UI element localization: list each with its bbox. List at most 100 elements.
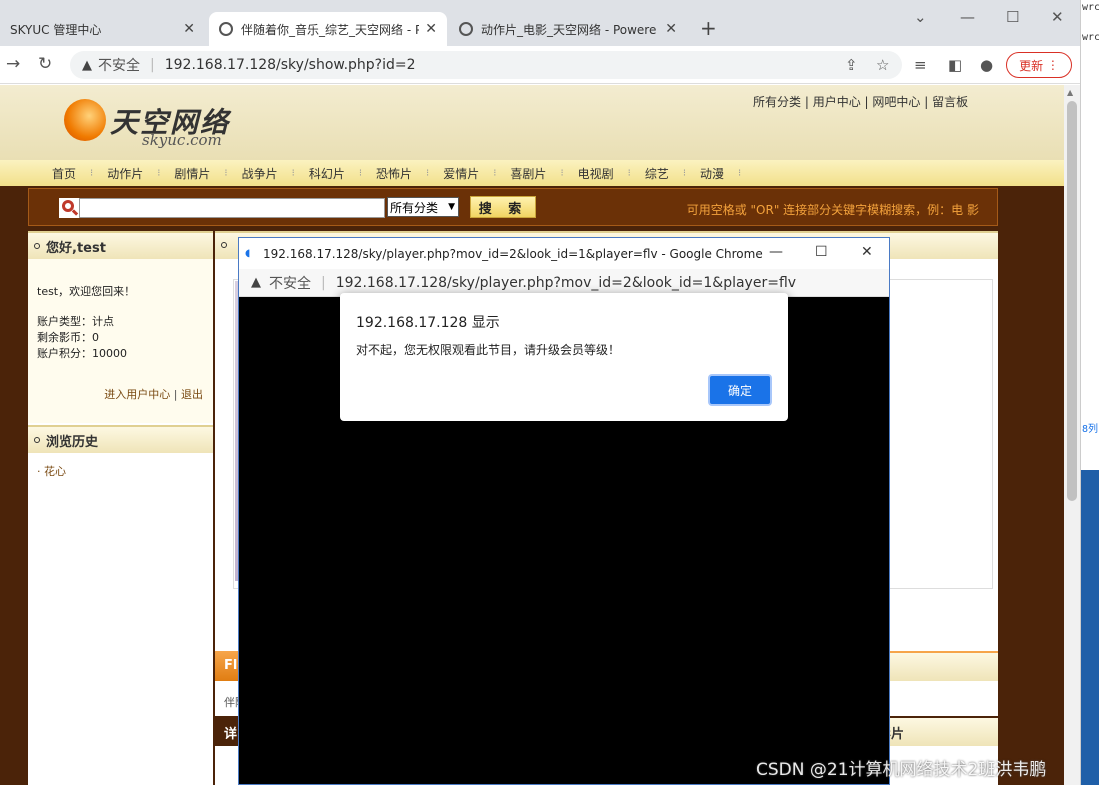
user-panel-header: 您好,test	[28, 231, 213, 259]
profile-icon[interactable]: ●	[980, 56, 993, 74]
history-panel-title: 浏览历史	[46, 434, 99, 450]
search-icon	[59, 198, 79, 218]
history-panel-header: 浏览历史	[28, 425, 213, 453]
user-links: 进入用户中心 | 退出	[104, 388, 203, 401]
menu-item[interactable]: 战争片	[242, 165, 278, 182]
menu-item[interactable]: 恐怖片	[376, 165, 412, 182]
bg-text: wrc	[1082, 32, 1099, 43]
url-text: 192.168.17.128/sky/show.php?id=2	[164, 57, 416, 73]
category-select-value: 所有分类	[390, 200, 439, 215]
minimize-icon[interactable]: —	[960, 8, 975, 26]
menu-separator: ⁝	[426, 167, 430, 179]
popup-url-text: 192.168.17.128/sky/player.php?mov_id=2&l…	[335, 274, 797, 291]
logo-sun-icon	[64, 99, 106, 141]
tab-music-variety[interactable]: 伴随着你_音乐_综艺_天空网络 - Pow ✕	[209, 12, 447, 46]
menu-item[interactable]: 爱情片	[443, 165, 479, 182]
history-item[interactable]: · 花心	[37, 463, 66, 479]
warning-icon: ▲	[251, 275, 261, 290]
tab-title: 动作片_电影_天空网络 - Powere	[481, 22, 657, 37]
sidepanel-icon[interactable]: ◧	[948, 56, 962, 74]
user-center-link[interactable]: 进入用户中心	[104, 388, 170, 401]
main-menu: 首页 ⁝ 动作片 ⁝ 剧情片 ⁝ 战争片 ⁝ 科幻片 ⁝ 恐怖片 ⁝ 爱情片 ⁝ 喜剧片 ⁝ 电…	[0, 160, 1064, 186]
history-panel-body: · 花心	[28, 453, 213, 785]
remaining-coins: 剩余影币：0	[37, 331, 99, 344]
close-tab-icon[interactable]: ✕	[183, 21, 195, 37]
close-tab-icon[interactable]: ✕	[665, 21, 677, 37]
insecure-label: 不安全	[269, 275, 311, 292]
watermark: CSDN @21计算机网络技术2班洪韦鹏	[756, 760, 1047, 780]
account-points: 账户积分：10000	[37, 347, 127, 360]
search-bar: 所有分类 ▼ 搜 索 可用空格或 "OR" 连接部分关键字模糊搜索，例：电 影	[28, 188, 998, 226]
new-tab-icon[interactable]: +	[700, 16, 717, 40]
background-window-strip: wrc wrc 8列	[1080, 0, 1099, 785]
divider: |	[150, 57, 155, 73]
menu-separator: ⁝	[291, 167, 295, 179]
menu-separator: ⁝	[627, 167, 631, 179]
menu-item[interactable]: 科幻片	[309, 165, 345, 182]
minimize-icon[interactable]: —	[769, 244, 783, 260]
link-guestbook[interactable]: 留言板	[932, 95, 968, 109]
media-icon[interactable]: ≡	[914, 56, 927, 74]
logo-domain: skyuc.com	[142, 131, 222, 149]
globe-icon	[219, 22, 233, 36]
bg-desktop	[1081, 470, 1099, 785]
maximize-icon[interactable]: ☐	[815, 244, 828, 260]
close-window-icon[interactable]: ✕	[1051, 8, 1064, 26]
close-window-icon[interactable]: ✕	[861, 244, 873, 260]
chevron-down-icon[interactable]: ⌄	[914, 8, 927, 26]
forward-icon[interactable]: →	[6, 54, 20, 74]
ok-button[interactable]: 确定	[708, 374, 772, 406]
section-title: 详	[224, 727, 238, 742]
link-netbar-center[interactable]: 网吧中心	[872, 95, 920, 109]
bg-text: wrc	[1082, 2, 1099, 13]
update-button[interactable]: 更新 ⋮	[1006, 52, 1072, 78]
link-all-categories[interactable]: 所有分类	[753, 95, 801, 109]
alert-title: 192.168.17.128 显示	[356, 315, 500, 331]
menu-separator: ⁝	[738, 167, 742, 179]
tab-skyuc-admin[interactable]: SKYUC 管理中心 ✕	[0, 12, 205, 46]
warning-icon: ▲	[82, 57, 92, 73]
bullet-icon	[221, 242, 227, 248]
menu-separator: ⁝	[358, 167, 363, 179]
account-type: 账户类型：计点	[37, 315, 114, 328]
menu-separator: ⁝	[224, 167, 228, 179]
site-header: 天空网络 skyuc.com 所有分类 | 用户中心 | 网吧中心 | 留言板	[0, 85, 1064, 160]
reload-icon[interactable]: ↻	[38, 54, 52, 74]
page-scrollbar[interactable]: ▲	[1064, 85, 1080, 785]
menu-separator: ⁝	[682, 167, 687, 179]
alert-dialog: 192.168.17.128 显示 对不起，您无权限观看此节目，请升级会员等级！…	[340, 293, 788, 421]
category-select[interactable]: 所有分类 ▼	[387, 197, 459, 217]
menu-item[interactable]: 动作片	[107, 165, 143, 182]
welcome-text: test，欢迎您回来！	[37, 285, 136, 298]
scrollbar-thumb[interactable]	[1067, 101, 1077, 501]
link-user-center[interactable]: 用户中心	[813, 95, 861, 109]
close-tab-icon[interactable]: ✕	[425, 21, 437, 37]
star-icon[interactable]: ☆	[876, 56, 889, 74]
search-input[interactable]	[79, 198, 385, 218]
address-bar[interactable]: ▲ 不安全 | 192.168.17.128/sky/show.php?id=2	[70, 51, 902, 79]
menu-separator: ⁝	[560, 167, 564, 179]
bg-text: 8列	[1082, 424, 1099, 435]
user-panel-body: test，欢迎您回来！ 账户类型：计点 剩余影币：0 账户积分：10000 进入…	[28, 259, 213, 423]
popup-title-bar: ◖ 192.168.17.128/sky/player.php?mov_id=2…	[239, 238, 889, 269]
menu-item[interactable]: 综艺	[645, 165, 669, 182]
search-button[interactable]: 搜 索	[470, 196, 536, 218]
globe-icon	[459, 22, 473, 36]
history-item-label: 花心	[44, 465, 66, 478]
browser-toolbar: → ↻ ▲ 不安全 | 192.168.17.128/sky/show.php?…	[0, 46, 1080, 84]
tab-action-movies[interactable]: 动作片_电影_天空网络 - Powere ✕	[449, 12, 687, 46]
browser-tab-strip: SKYUC 管理中心 ✕ 伴随着你_音乐_综艺_天空网络 - Pow ✕ 动作片…	[0, 0, 1080, 46]
menu-item[interactable]: 剧情片	[174, 165, 210, 182]
menu-item[interactable]: 首页	[52, 165, 76, 182]
menu-item[interactable]: 动漫	[700, 165, 724, 182]
maximize-icon[interactable]: ☐	[1006, 8, 1019, 26]
share-icon[interactable]: ⇪	[845, 56, 858, 74]
menu-item[interactable]: 电视剧	[578, 165, 614, 182]
scroll-up-icon[interactable]: ▲	[1067, 88, 1073, 97]
bullet-icon	[34, 243, 40, 249]
popup-window-title: 192.168.17.128/sky/player.php?mov_id=2&l…	[263, 246, 763, 261]
search-hint: 可用空格或 "OR" 连接部分关键字模糊搜索，例：电 影	[686, 203, 979, 217]
logout-link[interactable]: 退出	[181, 388, 203, 401]
chevron-down-icon: ▼	[448, 202, 455, 212]
menu-item[interactable]: 喜剧片	[510, 165, 546, 182]
